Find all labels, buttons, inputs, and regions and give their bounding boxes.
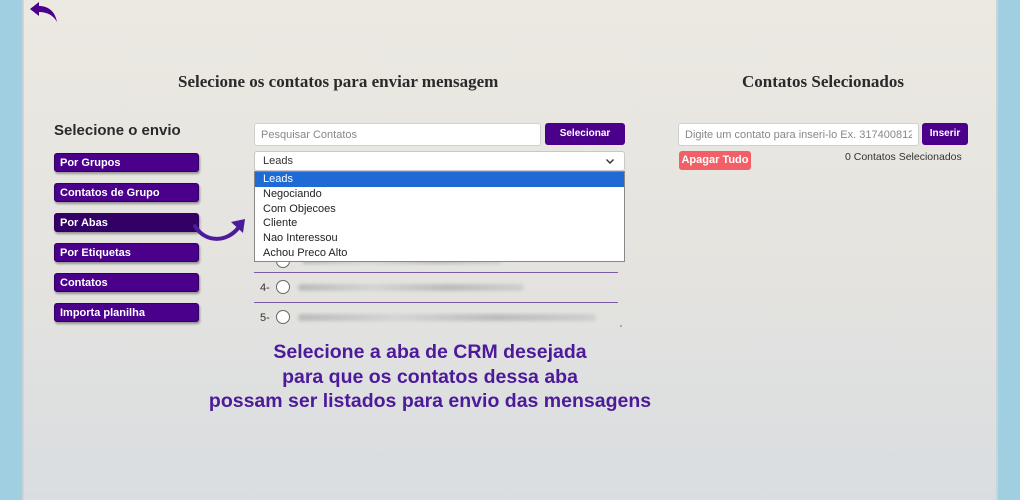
contacts-section-title: Selecione os contatos para enviar mensag… <box>178 72 499 91</box>
row-number: 5- <box>260 312 270 324</box>
curved-arrow-icon <box>193 219 245 241</box>
option-leads[interactable]: Leads <box>255 172 624 187</box>
option-achou-preco-alto[interactable]: Achou Preco Alto <box>255 246 624 261</box>
caption-line-2: para que os contatos dessa aba <box>282 365 578 388</box>
caption-line-3: possam ser listados para envio das mensa… <box>208 390 652 412</box>
table-row: 4- <box>254 272 618 303</box>
contact-name-blurred <box>298 314 596 321</box>
chevron-down-icon <box>606 159 614 164</box>
table-row: 5- <box>254 302 618 333</box>
option-cliente[interactable]: Cliente <box>255 216 624 231</box>
select-all-button[interactable]: Selecionar Todos <box>545 123 625 161</box>
insert-button[interactable]: Inserir <box>922 123 968 145</box>
option-nao-interessou[interactable]: Nao Interessou <box>255 231 624 246</box>
crm-tab-selected-value: Leads <box>263 155 293 167</box>
caption-line-1: Selecione a aba de CRM desejada <box>273 341 587 363</box>
clear-all-button[interactable]: Apagar Tudo <box>679 151 751 170</box>
back-arrow-icon[interactable] <box>26 0 62 28</box>
option-negociando[interactable]: Negociando <box>255 187 624 202</box>
annotation-caption: Selecione a aba de CRM desejada para que… <box>190 340 670 414</box>
scroll-indicator <box>620 325 622 327</box>
row-number: 4- <box>260 282 270 294</box>
contact-radio[interactable] <box>276 310 290 324</box>
send-by-tags-button[interactable]: Por Etiquetas <box>54 243 199 262</box>
contact-name-blurred <box>298 284 524 291</box>
send-contacts-button[interactable]: Contatos <box>54 273 199 292</box>
send-group-contacts-button[interactable]: Contatos de Grupo <box>54 183 199 202</box>
send-by-groups-button[interactable]: Por Grupos <box>54 153 199 172</box>
selected-count: 0 Contatos Selecionados <box>845 151 962 163</box>
insert-contact-input[interactable] <box>678 123 919 146</box>
import-spreadsheet-button[interactable]: Importa planilha <box>54 303 199 322</box>
sidebar-title: Selecione o envio <box>54 122 181 139</box>
contact-radio[interactable] <box>276 280 290 294</box>
send-by-tabs-button[interactable]: Por Abas <box>54 213 199 232</box>
search-contacts-input[interactable] <box>254 123 541 146</box>
selected-section-title: Contatos Selecionados <box>742 72 904 91</box>
crm-tab-dropdown: Leads Negociando Com Objecoes Cliente Na… <box>254 171 625 262</box>
option-com-objecoes[interactable]: Com Objecoes <box>255 202 624 217</box>
crm-tab-select[interactable]: Leads <box>254 151 625 171</box>
